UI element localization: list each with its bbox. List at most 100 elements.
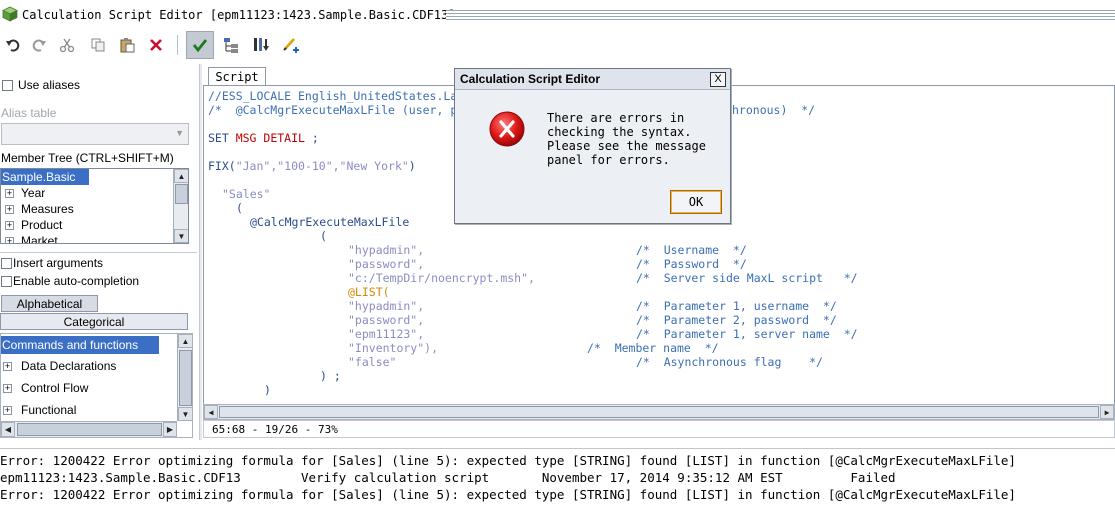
expand-icon[interactable]: + xyxy=(5,237,14,243)
insert-arguments-label: Insert arguments xyxy=(13,256,104,270)
enable-autocompletion-label: Enable auto-completion xyxy=(13,274,140,288)
scroll-thumb[interactable] xyxy=(175,184,188,204)
code-line: /* @CalcMgrExecuteMaxLFile (user, p xyxy=(208,103,458,117)
error-dialog: Calculation Script Editor X There are er… xyxy=(454,68,731,224)
code-line: ) xyxy=(264,383,271,397)
code-line: "hypadmin", xyxy=(348,243,425,257)
scroll-right-icon[interactable]: ▶ xyxy=(1100,405,1114,419)
chevron-down-icon: ▼ xyxy=(175,128,184,138)
code-line: //ESS_LOCALE English_UnitedStates.La xyxy=(208,89,458,103)
tab-alphabetical[interactable]: Alphabetical xyxy=(1,295,98,312)
outline-button[interactable] xyxy=(218,32,244,58)
tree-item-year[interactable]: + Year xyxy=(1,185,171,201)
enable-autocompletion-checkbox[interactable] xyxy=(1,276,12,287)
code-comment: /* Server side MaxL script */ xyxy=(636,271,858,285)
app-cube-icon xyxy=(2,6,18,22)
scroll-right-icon[interactable]: ▶ xyxy=(163,422,177,437)
function-tree[interactable]: Commands and functions + Data Declaratio… xyxy=(0,333,193,438)
copy-button[interactable] xyxy=(85,32,111,58)
tab-script[interactable]: Script xyxy=(208,67,266,86)
scroll-left-icon[interactable]: ◀ xyxy=(204,405,218,419)
insert-arguments-checkbox[interactable] xyxy=(1,258,12,269)
code-comment: /* Username */ xyxy=(636,243,747,257)
dialog-title-bar[interactable]: Calculation Script Editor X xyxy=(455,69,730,90)
member-tree[interactable]: Sample.Basic + Year + Measures + Product… xyxy=(0,168,189,244)
add-member-button[interactable] xyxy=(278,32,304,58)
editor-status-bar: 65:68 - 19/26 - 73% xyxy=(203,420,1115,438)
add-member-icon xyxy=(283,38,299,53)
code-line: ) ; xyxy=(320,369,341,383)
member-tree-label: Member Tree (CTRL+SHIFT+M) xyxy=(1,151,174,165)
scroll-up-icon[interactable]: ▲ xyxy=(178,334,192,348)
left-panel: Use aliases Alias table ▼ Member Tree (C… xyxy=(0,68,200,440)
function-item-data-declarations[interactable]: + Data Declarations xyxy=(1,358,173,374)
scroll-up-icon[interactable]: ▲ xyxy=(174,169,188,183)
expand-icon[interactable]: + xyxy=(3,406,12,415)
copy-icon xyxy=(91,38,105,52)
execute-button[interactable] xyxy=(248,32,274,58)
undo-button[interactable] xyxy=(0,32,26,58)
ok-button[interactable]: OK xyxy=(670,190,722,214)
function-item-functional[interactable]: + Functional xyxy=(1,402,173,418)
delete-button[interactable] xyxy=(143,32,169,58)
editor-hscrollbar[interactable]: ◀ ▶ xyxy=(203,404,1115,420)
expand-icon[interactable]: + xyxy=(3,362,12,371)
cursor-position: 65:68 - 19/26 - 73% xyxy=(212,423,338,436)
tab-categorical[interactable]: Categorical xyxy=(0,313,188,330)
code-line: @LIST( xyxy=(348,285,390,299)
panel-splitter[interactable] xyxy=(199,64,202,440)
function-item-control-flow[interactable]: + Control Flow xyxy=(1,380,173,396)
cut-button[interactable] xyxy=(54,32,80,58)
message-row[interactable]: epm11123:1423.Sample.Basic.CDF13 Verify … xyxy=(0,469,896,486)
scroll-down-icon[interactable]: ▼ xyxy=(174,229,188,243)
expand-icon[interactable]: + xyxy=(5,205,14,214)
expand-icon[interactable]: + xyxy=(3,384,12,393)
function-tree-root[interactable]: Commands and functions xyxy=(1,336,159,354)
message-row[interactable]: Error: 1200422 Error optimizing formula … xyxy=(0,486,1016,503)
member-tree-scrollbar[interactable]: ▲ ▼ xyxy=(173,169,188,243)
tree-item-measures[interactable]: + Measures xyxy=(1,201,171,217)
message-row[interactable]: Error: 1200422 Error optimizing formula … xyxy=(0,452,1016,469)
code-line: "password", xyxy=(348,313,425,327)
tree-item-root[interactable]: Sample.Basic xyxy=(1,169,89,185)
redo-button[interactable] xyxy=(26,32,52,58)
code-line: ( xyxy=(236,201,243,215)
toolbar xyxy=(0,29,1115,61)
function-tree-hscrollbar[interactable]: ◀ ▶ xyxy=(1,421,177,437)
execute-icon xyxy=(254,38,269,51)
delete-icon xyxy=(150,39,162,51)
scroll-thumb[interactable] xyxy=(179,350,192,406)
alias-table-dropdown[interactable]: ▼ xyxy=(1,123,189,145)
validate-icon xyxy=(192,39,208,53)
function-tree-scrollbar[interactable]: ▲ ▼ xyxy=(177,334,192,421)
code-line: FIX("Jan","100-10","New York") xyxy=(208,159,416,173)
tree-item-product[interactable]: + Product xyxy=(1,217,171,233)
code-line: @CalcMgrExecuteMaxLFile xyxy=(250,215,410,229)
code-line: hronous) */ xyxy=(732,103,816,117)
code-comment: /* Member name */ xyxy=(587,341,719,355)
code-line: "false" xyxy=(348,355,397,369)
expand-icon[interactable]: + xyxy=(5,189,14,198)
title-bar-grip[interactable] xyxy=(446,10,1115,22)
scroll-left-icon[interactable]: ◀ xyxy=(1,422,15,437)
code-comment: /* Parameter 1, username */ xyxy=(636,299,837,313)
outline-icon xyxy=(224,38,238,53)
scroll-thumb[interactable] xyxy=(219,406,1099,418)
scroll-thumb[interactable] xyxy=(17,423,162,436)
code-comment: /* Parameter 2, password */ xyxy=(636,313,837,327)
expand-icon[interactable]: + xyxy=(5,221,14,230)
message-panel: Error: 1200422 Error optimizing formula … xyxy=(0,448,1115,525)
dialog-message: There are errors in checking the syntax.… xyxy=(547,111,706,167)
code-line: "c:/TempDir/noencrypt.msh", xyxy=(348,271,535,285)
scroll-down-icon[interactable]: ▼ xyxy=(178,407,192,421)
code-line: "Sales" xyxy=(222,187,271,201)
undo-icon xyxy=(6,39,20,52)
dialog-close-button[interactable]: X xyxy=(710,72,726,87)
paste-button[interactable] xyxy=(114,32,140,58)
code-line: SET MSG DETAIL ; xyxy=(208,131,319,145)
use-aliases-checkbox[interactable] xyxy=(2,80,13,91)
redo-icon xyxy=(32,39,46,52)
tree-item-market[interactable]: + Market xyxy=(1,233,171,243)
error-icon xyxy=(489,111,525,147)
validate-button[interactable] xyxy=(186,31,214,59)
